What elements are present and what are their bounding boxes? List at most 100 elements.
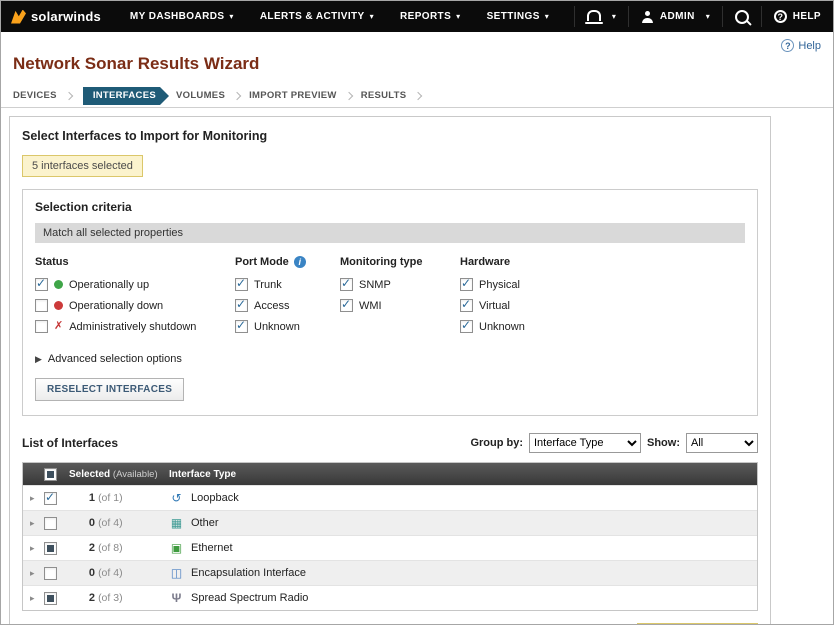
checkbox[interactable] xyxy=(235,278,248,291)
nav-my-dashboards[interactable]: MY DASHBOARDS ▾ xyxy=(117,1,247,32)
row-selected-cell: 1 (of 1) xyxy=(69,492,165,504)
checkbox-trunk[interactable]: Trunk xyxy=(235,278,340,291)
checkbox-snmp[interactable]: SNMP xyxy=(340,278,460,291)
expand-arrow-icon[interactable]: ▸ xyxy=(30,593,38,604)
chevron-down-icon: ▾ xyxy=(370,12,374,21)
row-checkbox[interactable] xyxy=(44,567,57,580)
table-row-ethernet[interactable]: ▸ 2 (of 8) ▣ Ethernet xyxy=(23,535,757,560)
help-menu[interactable]: ? HELP xyxy=(762,1,833,32)
option-label: Access xyxy=(254,300,289,312)
search-button[interactable] xyxy=(723,1,761,32)
checkbox-unknown-port-mode[interactable]: Unknown xyxy=(235,320,340,333)
table-row-encapsulation[interactable]: ▸ 0 (of 4) ◫ Encapsulation Interface xyxy=(23,560,757,585)
expand-arrow-icon[interactable]: ▸ xyxy=(30,518,38,529)
checkbox[interactable] xyxy=(340,299,353,312)
spread-spectrum-radio-icon: Ψ xyxy=(169,591,184,605)
other-icon: ▦ xyxy=(169,516,184,530)
loopback-icon: ↺ xyxy=(169,491,184,505)
expand-arrow-icon[interactable]: ▸ xyxy=(30,493,38,504)
checkbox[interactable] xyxy=(460,278,473,291)
interface-type-label: Other xyxy=(191,517,219,529)
criteria-columns: Status Operationally up Operationally do… xyxy=(35,256,745,341)
row-type-cell: ◫ Encapsulation Interface xyxy=(165,566,757,580)
expand-arrow-icon: ▶ xyxy=(35,354,42,365)
checkbox-physical[interactable]: Physical xyxy=(460,278,745,291)
encapsulation-icon: ◫ xyxy=(169,566,184,580)
step-chevron-icon xyxy=(233,91,241,99)
selected-count: 0 xyxy=(69,567,95,579)
expand-arrow-icon[interactable]: ▸ xyxy=(30,568,38,579)
match-properties-bar: Match all selected properties xyxy=(35,223,745,243)
checkbox[interactable] xyxy=(35,320,48,333)
step-devices[interactable]: DEVICES xyxy=(13,90,57,101)
checkbox-virtual[interactable]: Virtual xyxy=(460,299,745,312)
criteria-title: Selection criteria xyxy=(35,200,745,214)
checkbox[interactable] xyxy=(235,320,248,333)
nav-settings[interactable]: SETTINGS ▾ xyxy=(474,1,563,32)
info-icon[interactable]: i xyxy=(294,256,306,268)
row-type-cell: ▦ Other xyxy=(165,516,757,530)
option-label: Operationally up xyxy=(69,279,149,291)
step-results[interactable]: RESULTS xyxy=(361,90,407,101)
chevron-down-icon: ▾ xyxy=(456,12,460,21)
checkbox[interactable] xyxy=(235,299,248,312)
row-checkbox[interactable] xyxy=(44,517,57,530)
nav-reports[interactable]: REPORTS ▾ xyxy=(387,1,474,32)
status-down-icon xyxy=(54,301,63,310)
checkbox-access[interactable]: Access xyxy=(235,299,340,312)
row-type-cell: ↺ Loopback xyxy=(165,491,757,505)
show-select[interactable]: All xyxy=(686,433,758,453)
available-count: (of 8) xyxy=(98,542,123,554)
expand-arrow-icon[interactable]: ▸ xyxy=(30,543,38,554)
interface-type-label: Spread Spectrum Radio xyxy=(191,592,308,604)
header-interface-type-cell: Interface Type xyxy=(165,469,757,480)
notifications-menu[interactable]: ▾ xyxy=(575,1,628,32)
advanced-selection-options-toggle[interactable]: ▶ Advanced selection options xyxy=(35,353,745,365)
row-checkbox[interactable] xyxy=(44,592,57,605)
available-count: (of 1) xyxy=(98,492,123,504)
checkbox[interactable] xyxy=(460,299,473,312)
available-count: (of 4) xyxy=(98,517,123,529)
nav-reports-label: REPORTS xyxy=(400,11,451,22)
row-checkbox[interactable] xyxy=(44,542,57,555)
checkbox[interactable] xyxy=(35,299,48,312)
option-label: SNMP xyxy=(359,279,391,291)
list-of-interfaces-header: List of Interfaces Group by: Interface T… xyxy=(22,433,758,453)
chevron-down-icon: ▾ xyxy=(545,12,549,21)
admin-account-menu[interactable]: ADMIN ▾ xyxy=(629,1,722,32)
select-all-checkbox[interactable] xyxy=(44,468,57,481)
selected-count: 0 xyxy=(69,517,95,529)
step-volumes[interactable]: VOLUMES xyxy=(176,90,225,101)
row-selected-cell: 2 (of 3) xyxy=(69,592,165,604)
page-content: Select Interfaces to Import for Monitori… xyxy=(1,108,833,625)
group-by-select[interactable]: Interface Type xyxy=(529,433,641,453)
checkbox-wmi[interactable]: WMI xyxy=(340,299,460,312)
checkbox[interactable] xyxy=(460,320,473,333)
checkbox-operationally-up[interactable]: Operationally up xyxy=(35,278,235,291)
reselect-interfaces-button[interactable]: RESELECT INTERFACES xyxy=(35,378,184,401)
checkbox-operationally-down[interactable]: Operationally down xyxy=(35,299,235,312)
table-row-loopback[interactable]: ▸ 1 (of 1) ↺ Loopback xyxy=(23,485,757,510)
checkbox[interactable] xyxy=(340,278,353,291)
group-by-label: Group by: xyxy=(470,437,523,449)
available-count: (of 3) xyxy=(98,592,123,604)
nav-settings-label: SETTINGS xyxy=(487,11,540,22)
status-up-icon xyxy=(54,280,63,289)
step-import-preview[interactable]: IMPORT PREVIEW xyxy=(249,90,337,101)
nav-alerts-activity[interactable]: ALERTS & ACTIVITY ▾ xyxy=(247,1,387,32)
solarwinds-logo[interactable]: solarwinds xyxy=(1,1,117,32)
selected-count: 1 xyxy=(69,492,95,504)
page-help-link[interactable]: ? Help xyxy=(781,39,821,52)
criteria-group-title: Port Mode i xyxy=(235,256,340,268)
checkbox-unknown-hardware[interactable]: Unknown xyxy=(460,320,745,333)
checkbox-administratively-shutdown[interactable]: ✗ Administratively shutdown xyxy=(35,320,235,333)
step-interfaces-active[interactable]: INTERFACES xyxy=(83,87,160,105)
section-heading: Select Interfaces to Import for Monitori… xyxy=(22,129,758,143)
checkbox[interactable] xyxy=(35,278,48,291)
table-row-spread-spectrum-radio[interactable]: ▸ 2 (of 3) Ψ Spread Spectrum Radio xyxy=(23,585,757,610)
table-row-other[interactable]: ▸ 0 (of 4) ▦ Other xyxy=(23,510,757,535)
available-column-label: (Available) xyxy=(113,469,158,480)
row-checkbox[interactable] xyxy=(44,492,57,505)
status-shutdown-icon: ✗ xyxy=(54,322,63,331)
list-title: List of Interfaces xyxy=(22,436,118,450)
